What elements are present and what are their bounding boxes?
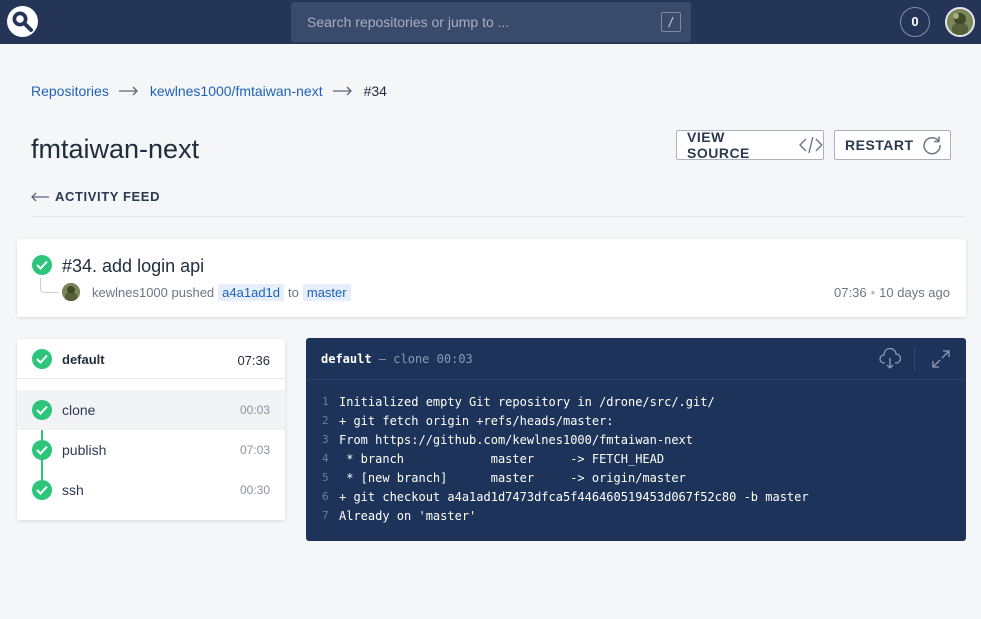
log-line: 6 + git checkout a4a1ad1d7473dfca5f446460…	[306, 487, 966, 506]
log-line: 3 From https://github.com/kewlnes1000/fmt…	[306, 430, 966, 449]
line-text: + git fetch origin +refs/heads/master:	[339, 413, 614, 428]
notification-badge[interactable]: 0	[900, 7, 930, 37]
view-source-label: VIEW SOURCE	[687, 129, 750, 161]
arrow-left-icon	[31, 192, 49, 201]
branch-link[interactable]: master	[302, 284, 351, 301]
line-text: Already on 'master'	[339, 508, 477, 523]
line-number: 6	[322, 490, 329, 503]
success-check-icon	[32, 440, 52, 460]
stage-duration: 07:36	[237, 353, 270, 368]
step-clone[interactable]: clone 00:03	[17, 390, 285, 430]
success-check-icon	[32, 349, 52, 369]
search-shortcut-key: /	[661, 12, 681, 32]
breadcrumb: Repositories kewlnes1000/fmtaiwan-next #…	[31, 82, 387, 100]
success-check-icon	[32, 480, 52, 500]
success-check-icon	[32, 255, 52, 275]
code-icon	[799, 136, 823, 154]
arrow-right-icon	[118, 86, 138, 96]
commit-link[interactable]: a4a1ad1d	[218, 284, 285, 301]
log-line: 1 Initialized empty Git repository in /dr…	[306, 392, 966, 411]
author-avatar	[62, 283, 80, 301]
step-name: publish	[62, 442, 107, 458]
build-clock: 07:36	[834, 285, 867, 300]
line-text: Initialized empty Git repository in /dro…	[339, 394, 715, 409]
line-number: 5	[322, 471, 329, 484]
breadcrumb-repo[interactable]: kewlnes1000/fmtaiwan-next	[150, 83, 323, 99]
log-panel: default — clone 00:03 1 Initialized empty…	[306, 338, 966, 541]
build-ago: 10 days ago	[879, 285, 950, 300]
log-separator: —	[378, 352, 387, 366]
breadcrumb-repositories[interactable]: Repositories	[31, 83, 109, 99]
log-step-duration: 00:03	[436, 352, 473, 366]
line-text: From https://github.com/kewlnes1000/fmta…	[339, 432, 694, 447]
log-step-name: clone	[393, 352, 430, 366]
line-text: * branch master -> FETCH_HEAD	[339, 451, 665, 466]
stage-panel: default 07:36 clone 00:03 publish 07:03 …	[17, 339, 285, 520]
step-duration: 07:03	[239, 443, 270, 457]
view-source-button[interactable]: VIEW SOURCE	[676, 129, 824, 161]
build-time: 07:36 • 10 days ago	[834, 285, 950, 300]
build-action: pushed	[171, 285, 215, 300]
stage-name: default	[62, 352, 105, 367]
to-label: to	[288, 285, 299, 300]
line-text: * [new branch] master -> origin/master	[339, 470, 686, 485]
drone-logo-icon[interactable]	[7, 6, 38, 37]
build-card: #34. add login api kewlnes1000 pushed a4…	[17, 239, 966, 317]
log-title: default — clone 00:03	[321, 352, 473, 366]
author-name: kewlnes1000	[92, 285, 168, 300]
line-number: 2	[322, 414, 329, 427]
step-name: ssh	[62, 482, 84, 498]
step-publish[interactable]: publish 07:03	[17, 430, 285, 470]
restart-button[interactable]: RESTART	[834, 130, 951, 160]
page-title: fmtaiwan-next	[31, 134, 200, 164]
avatar-image-icon	[62, 283, 80, 301]
log-line: 4 * branch master -> FETCH_HEAD	[306, 449, 966, 468]
log-line: 7 Already on 'master'	[306, 506, 966, 525]
success-check-icon	[32, 400, 52, 420]
step-ssh[interactable]: ssh 00:30	[17, 470, 285, 510]
divider	[31, 216, 965, 217]
restart-icon	[922, 136, 941, 155]
restart-label: RESTART	[845, 137, 914, 153]
expand-icon[interactable]	[932, 350, 950, 368]
line-number: 1	[322, 395, 329, 408]
arrow-right-icon	[332, 86, 352, 96]
log-line: 2 + git fetch origin +refs/heads/master:	[306, 411, 966, 430]
build-title: #34. add login api	[62, 256, 205, 276]
tree-connector	[40, 278, 58, 293]
line-number: 7	[322, 509, 329, 522]
build-meta: kewlnes1000 pushed a4a1ad1d to master	[92, 284, 355, 301]
line-number: 4	[322, 452, 329, 465]
line-number: 3	[322, 433, 329, 446]
log-header-divider	[914, 347, 915, 371]
step-name: clone	[62, 402, 96, 418]
back-to-activity-feed[interactable]: ACTIVITY FEED	[31, 189, 160, 204]
log-header: default — clone 00:03	[306, 338, 966, 380]
log-stage-name: default	[321, 352, 372, 366]
step-duration: 00:03	[239, 403, 270, 417]
back-label: ACTIVITY FEED	[55, 189, 161, 204]
download-icon[interactable]	[879, 348, 901, 370]
line-text: + git checkout a4a1ad1d7473dfca5f4464605…	[339, 489, 809, 504]
stage-header[interactable]: default 07:36	[17, 339, 285, 379]
top-bar: Search repositories or jump to ... / 0	[0, 0, 981, 44]
search-input[interactable]: Search repositories or jump to ... /	[291, 2, 691, 42]
separator-dot: •	[870, 285, 876, 300]
step-duration: 00:30	[239, 483, 270, 497]
avatar-image-icon	[947, 9, 973, 35]
search-placeholder: Search repositories or jump to ...	[307, 14, 510, 30]
breadcrumb-current: #34	[363, 83, 387, 99]
log-line: 5 * [new branch] master -> origin/master	[306, 468, 966, 487]
log-output: 1 Initialized empty Git repository in /dr…	[306, 392, 966, 525]
user-avatar[interactable]	[945, 7, 975, 37]
